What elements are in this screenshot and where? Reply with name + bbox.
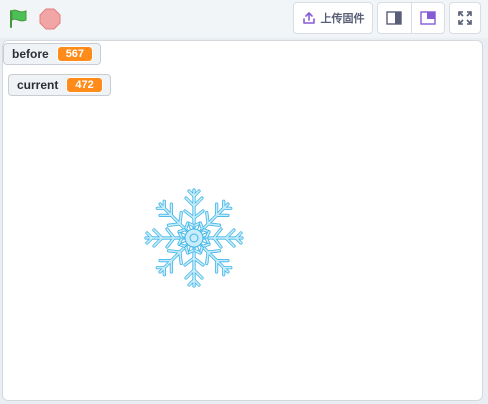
stage-toolbar: 上传固件 <box>0 0 488 38</box>
large-stage-icon <box>420 11 436 25</box>
monitor-label: before <box>12 47 49 61</box>
fullscreen-button[interactable] <box>449 2 481 34</box>
snowflake-sprite[interactable] <box>142 186 246 290</box>
variable-monitor-before[interactable]: before 567 <box>3 43 102 65</box>
monitor-value: 472 <box>66 77 103 93</box>
small-stage-button[interactable] <box>378 3 411 33</box>
upload-firmware-button[interactable]: 上传固件 <box>293 2 373 34</box>
green-flag-button[interactable] <box>5 6 31 32</box>
small-stage-icon <box>386 11 402 25</box>
stop-icon <box>39 8 61 30</box>
fullscreen-icon <box>458 11 472 25</box>
stage[interactable]: before 567 current 472 <box>2 40 483 401</box>
upload-icon <box>302 12 315 24</box>
variable-monitor-current[interactable]: current 472 <box>8 74 111 96</box>
large-stage-button[interactable] <box>410 3 445 33</box>
upload-firmware-label: 上传固件 <box>320 13 365 25</box>
monitor-label: current <box>17 78 59 92</box>
monitor-value: 567 <box>56 46 94 62</box>
stage-layout-toggle <box>377 2 445 34</box>
stop-button[interactable] <box>37 6 63 32</box>
green-flag-icon <box>10 9 27 28</box>
